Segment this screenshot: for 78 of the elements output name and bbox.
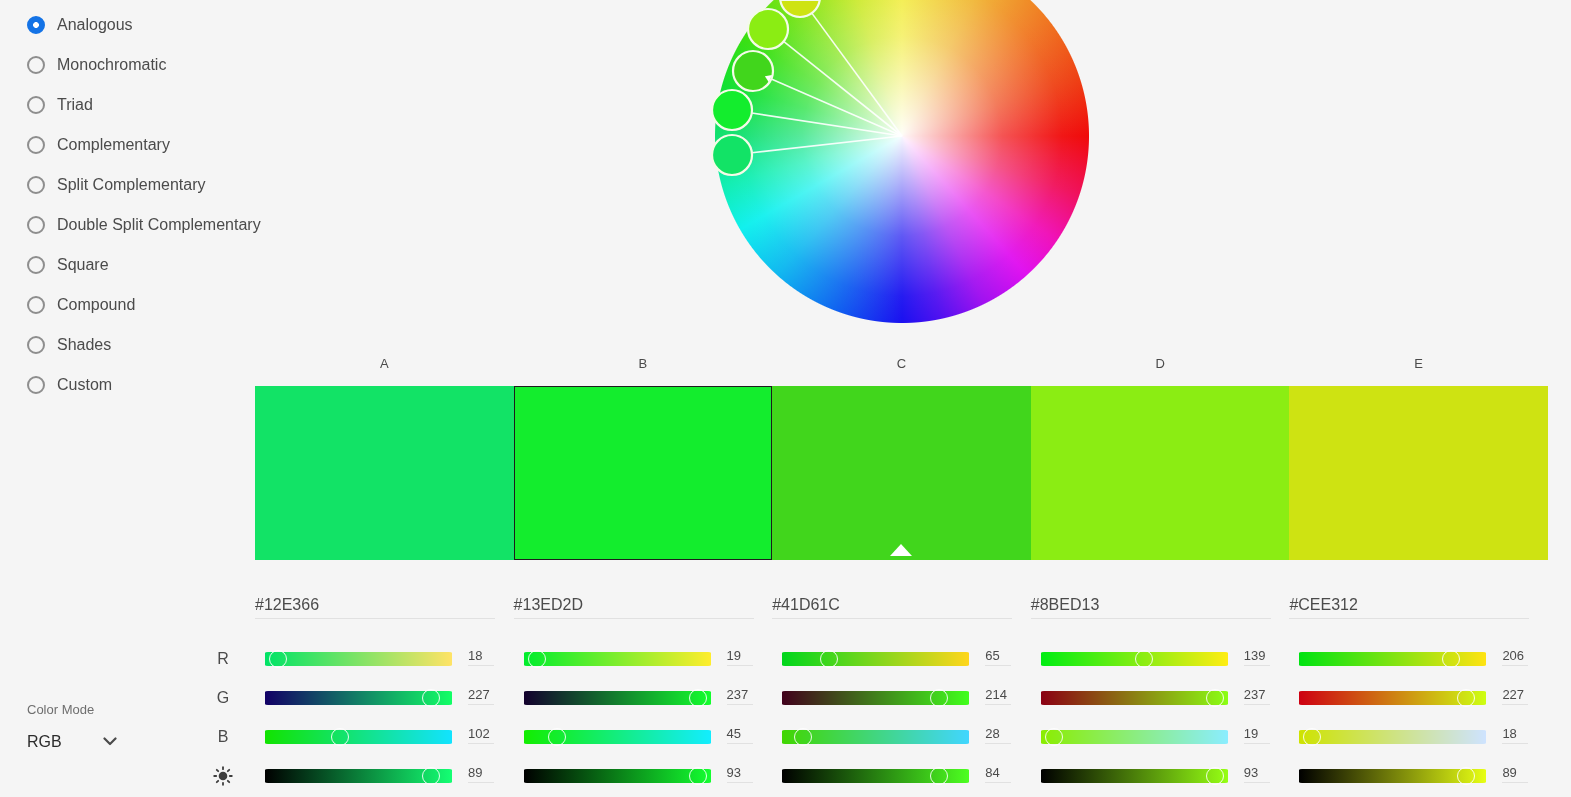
- slider-track[interactable]: [1040, 767, 1228, 785]
- slider-track[interactable]: [265, 689, 452, 707]
- slider-track[interactable]: [1299, 650, 1487, 668]
- slider-track[interactable]: [1299, 689, 1487, 707]
- swatch-label: A: [379, 356, 389, 372]
- swatch-label: D: [1155, 356, 1165, 372]
- color-marker-handle[interactable]: [731, 49, 774, 93]
- chevron-down-icon: [103, 737, 117, 746]
- value-field[interactable]: 65: [985, 647, 1012, 666]
- slider-track[interactable]: [1040, 728, 1228, 746]
- hex-field[interactable]: #CEE312: [1289, 594, 1530, 619]
- slider-track[interactable]: [782, 728, 970, 746]
- slider-track[interactable]: [523, 767, 711, 785]
- color-swatch[interactable]: [1030, 386, 1290, 560]
- radio-option[interactable]: Triad: [27, 85, 93, 125]
- value-field[interactable]: 84: [985, 764, 1012, 783]
- value-field[interactable]: 102: [468, 725, 494, 744]
- value-field[interactable]: 45: [726, 725, 753, 744]
- value-field[interactable]: 93: [726, 764, 753, 783]
- color-mode-dropdown[interactable]: RGB: [27, 731, 117, 752]
- radio-option[interactable]: Complementary: [27, 125, 170, 165]
- color-mode-label: Color Mode: [27, 701, 95, 718]
- slider-track[interactable]: [523, 650, 711, 668]
- slider-track[interactable]: [265, 650, 452, 668]
- color-swatch[interactable]: [513, 386, 773, 560]
- channel-label: R: [217, 649, 229, 669]
- color-swatch[interactable]: [1289, 386, 1548, 560]
- swatch-label: B: [638, 356, 648, 372]
- slider-track[interactable]: [782, 650, 970, 668]
- value-field[interactable]: 89: [1502, 764, 1529, 783]
- slider-track[interactable]: [782, 767, 970, 785]
- brightness-icon: [213, 766, 233, 786]
- swatch-label: C: [896, 356, 907, 372]
- radio-option[interactable]: Split Complementary: [27, 165, 206, 205]
- color-marker-handle[interactable]: [746, 7, 789, 51]
- value-field[interactable]: 89: [468, 764, 494, 783]
- channel-label: G: [216, 688, 230, 708]
- slider-track[interactable]: [523, 728, 711, 746]
- value-field[interactable]: 227: [468, 686, 494, 705]
- slider-track[interactable]: [1299, 728, 1487, 746]
- radio-option[interactable]: Shades: [27, 325, 112, 365]
- hex-field[interactable]: #41D61C: [772, 594, 1013, 619]
- value-field[interactable]: 214: [985, 686, 1012, 705]
- color-swatch[interactable]: [255, 386, 514, 560]
- swatch-label: E: [1414, 356, 1424, 372]
- channel-label: B: [217, 727, 229, 747]
- slider-track[interactable]: [1040, 650, 1228, 668]
- value-field[interactable]: 93: [1243, 764, 1270, 783]
- value-field[interactable]: 237: [726, 686, 753, 705]
- radio-option[interactable]: Monochromatic: [27, 45, 167, 85]
- color-swatch[interactable]: [772, 386, 1031, 560]
- radio-option[interactable]: Custom: [27, 365, 113, 405]
- triangle-icon: [764, 74, 772, 83]
- value-field[interactable]: 19: [726, 647, 753, 666]
- slider-track[interactable]: [523, 689, 711, 707]
- value-field[interactable]: 18: [468, 647, 494, 666]
- value-field[interactable]: 19: [1243, 725, 1270, 744]
- slider-track[interactable]: [782, 689, 970, 707]
- value-field[interactable]: 18: [1502, 725, 1529, 744]
- color-marker-handle[interactable]: [710, 133, 753, 177]
- radio-option[interactable]: Analogous: [27, 5, 133, 45]
- value-field[interactable]: 139: [1243, 647, 1270, 666]
- hex-field[interactable]: #8BED13: [1030, 594, 1271, 619]
- radio-option[interactable]: Double Split Complementary: [27, 205, 261, 245]
- value-field[interactable]: 237: [1243, 686, 1270, 705]
- radio-option[interactable]: Square: [27, 245, 109, 285]
- color-marker-handle[interactable]: [710, 88, 753, 132]
- slider-track[interactable]: [265, 767, 452, 785]
- hex-field[interactable]: #12E366: [255, 594, 495, 619]
- value-field[interactable]: 28: [985, 725, 1012, 744]
- slider-track[interactable]: [265, 728, 452, 746]
- radio-option[interactable]: Compound: [27, 285, 136, 325]
- color-marker-handle[interactable]: [778, 0, 821, 19]
- slider-track[interactable]: [1040, 689, 1228, 707]
- slider-track[interactable]: [1299, 767, 1487, 785]
- value-field[interactable]: 206: [1502, 647, 1529, 666]
- hex-field[interactable]: #13ED2D: [513, 594, 754, 619]
- value-field[interactable]: 227: [1502, 686, 1529, 705]
